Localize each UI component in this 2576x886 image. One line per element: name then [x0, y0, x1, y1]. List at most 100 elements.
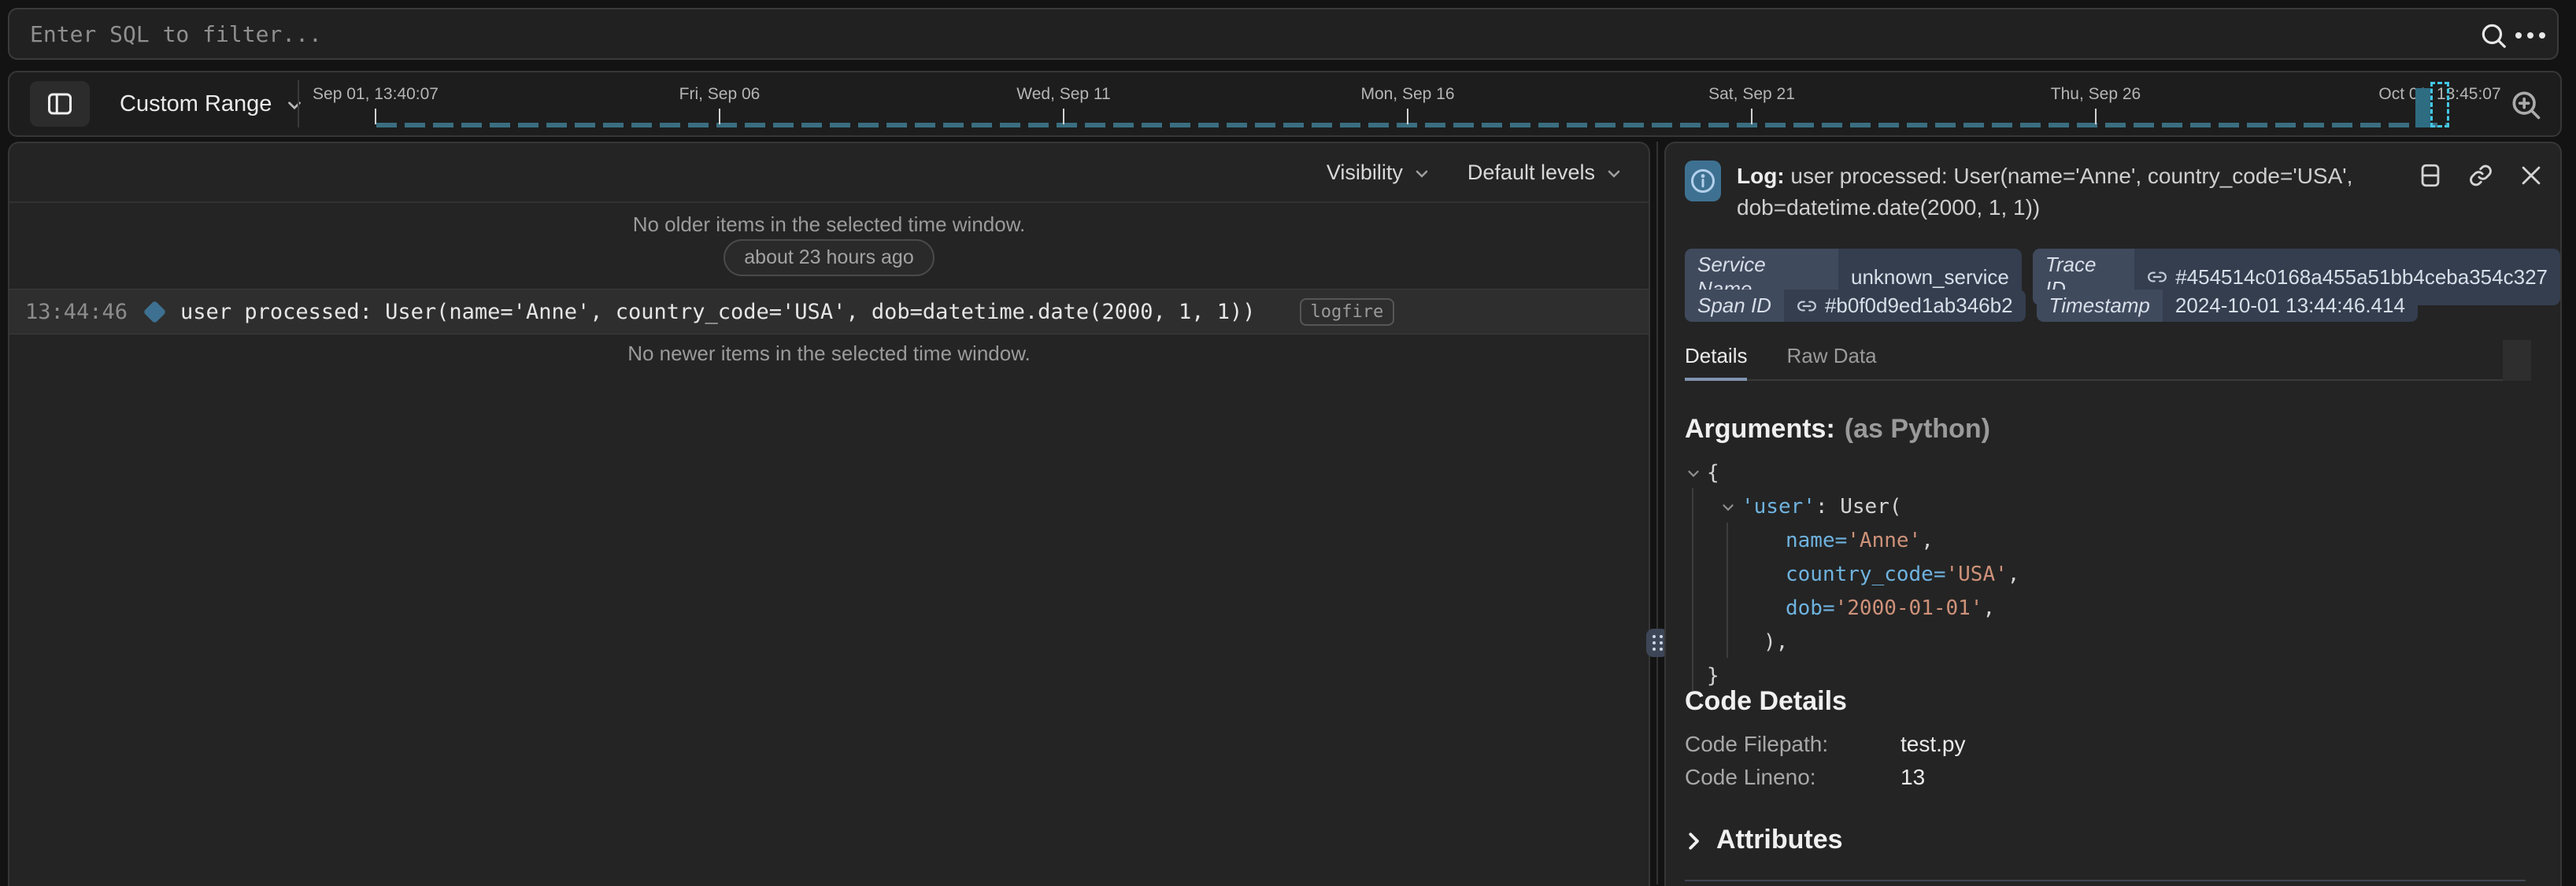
- code-filepath-row: Code Filepath: test.py: [1685, 732, 1965, 757]
- code-token: ),: [1764, 626, 1788, 659]
- sql-filter-input[interactable]: [9, 9, 2557, 58]
- collapse-chevron-icon[interactable]: [1719, 499, 1737, 516]
- code-token: name=: [1786, 524, 1847, 558]
- default-levels-dropdown[interactable]: Default levels: [1468, 161, 1623, 185]
- time-range-bar: Custom Range Sep 01, 13:40:07 Fri, Sep 0…: [8, 71, 2562, 137]
- log-time: 13:44:46: [25, 300, 128, 324]
- relative-time-badge[interactable]: about 23 hours ago: [724, 239, 934, 276]
- code-token: 'USA': [1946, 558, 2008, 592]
- magnifier-plus-icon: [2508, 87, 2543, 122]
- timeline-tick: [2095, 109, 2097, 124]
- log-message: user processed: User(name='Anne', countr…: [180, 300, 1255, 324]
- timeline-label: Sep 01, 13:40:07: [313, 85, 439, 104]
- timeline-label: Fri, Sep 06: [679, 85, 761, 104]
- timeline-selection-region[interactable]: [2430, 82, 2449, 127]
- section-divider: [1685, 880, 2526, 881]
- code-token: User(: [1840, 490, 1901, 524]
- tab-details[interactable]: Details: [1685, 344, 1747, 379]
- timeline-tick: [1063, 109, 1064, 124]
- zoom-in-button[interactable]: [2500, 79, 2551, 130]
- timeline-label: Thu, Sep 26: [2051, 85, 2141, 104]
- visibility-label: Visibility: [1327, 161, 1403, 185]
- sidebar-toggle-button[interactable]: [30, 81, 90, 127]
- span-id-label: Span ID: [1685, 290, 1784, 322]
- chevron-right-icon: [1682, 829, 1705, 853]
- tab-raw-data[interactable]: Raw Data: [1786, 344, 1876, 379]
- search-icon[interactable]: [2478, 20, 2508, 50]
- timeline-histogram-bar[interactable]: [2415, 88, 2430, 127]
- timeline-tick: [375, 109, 376, 124]
- link-icon: [2147, 267, 2167, 287]
- no-older-items-message: No older items in the selected time wind…: [9, 212, 1649, 237]
- timeline-label: Sat, Sep 21: [1708, 85, 1795, 104]
- chevron-down-icon: [284, 95, 305, 116]
- attributes-heading-text: Attributes: [1716, 825, 1843, 855]
- panel-splitter[interactable]: [1656, 142, 1658, 884]
- close-icon[interactable]: [2518, 162, 2545, 189]
- attributes-section-toggle[interactable]: Attributes: [1682, 825, 1843, 855]
- code-line: country_code='USA',: [1685, 558, 2019, 592]
- panel-left-icon: [45, 90, 75, 118]
- code-filepath-value: test.py: [1901, 732, 1965, 757]
- indent-guide: [1727, 522, 1728, 658]
- code-token: :: [1815, 490, 1840, 524]
- span-id-badge[interactable]: Span ID #b0f0d9ed1ab346b2: [1685, 290, 2026, 322]
- collapse-chevron-icon[interactable]: [1685, 465, 1702, 482]
- code-line: ),: [1685, 626, 2019, 659]
- log-level-diamond-icon: [143, 300, 167, 323]
- timestamp-value: 2024-10-01 13:44:46.414: [2163, 290, 2418, 322]
- detail-title: Log: user processed: User(name='Anne', c…: [1737, 161, 2417, 223]
- copy-link-icon[interactable]: [2467, 162, 2494, 189]
- log-tag-badge: logfire: [1300, 298, 1395, 326]
- log-detail-panel: Log: user processed: User(name='Anne', c…: [1664, 142, 2562, 886]
- time-range-label: Custom Range: [120, 91, 272, 117]
- code-lineno-label: Code Lineno:: [1685, 765, 1901, 790]
- code-lineno-value: 13: [1901, 765, 1925, 790]
- code-token: '2000-01-01': [1835, 592, 1983, 626]
- chevron-down-icon: [1412, 164, 1431, 183]
- arguments-code-tree: { 'user': User( name='Anne', country_cod…: [1685, 456, 2019, 693]
- detail-title-text: user processed: User(name='Anne', countr…: [1737, 164, 2352, 220]
- timeline-dashed-track[interactable]: [376, 123, 2448, 127]
- visibility-dropdown[interactable]: Visibility: [1327, 161, 1431, 185]
- timestamp-badge[interactable]: Timestamp 2024-10-01 13:44:46.414: [2037, 290, 2418, 322]
- sql-filter-bar: [8, 8, 2559, 60]
- code-lineno-row: Code Lineno: 13: [1685, 765, 1925, 790]
- code-line: dob='2000-01-01',: [1685, 592, 2019, 626]
- timestamp-label: Timestamp: [2037, 290, 2163, 322]
- list-controls-row: Visibility Default levels: [9, 143, 1649, 203]
- trace-id-value: #454514c0168a455a51bb4ceba354c327: [2175, 265, 2548, 290]
- span-id-value: #b0f0d9ed1ab346b2: [1825, 293, 2013, 318]
- chevron-down-icon: [1604, 164, 1623, 183]
- no-newer-items-message: No newer items in the selected time wind…: [9, 341, 1649, 366]
- scrollbar-thumb[interactable]: [2503, 340, 2531, 381]
- arguments-heading-text: Arguments:: [1685, 414, 1835, 444]
- info-level-icon: [1685, 161, 1721, 201]
- code-details-heading: Code Details: [1685, 686, 1847, 717]
- timeline-tick: [1407, 109, 1408, 124]
- code-line: {: [1685, 456, 2019, 490]
- indent-guide: [1692, 488, 1693, 691]
- code-line: 'user': User(: [1685, 490, 2019, 524]
- timeline-tick: [1751, 109, 1752, 124]
- timebar-divider: [298, 80, 299, 127]
- detail-header: Log: user processed: User(name='Anne', c…: [1685, 161, 2417, 223]
- arguments-heading: Arguments: (as Python): [1685, 414, 1990, 445]
- code-token: ,: [2008, 558, 2020, 592]
- code-token: {: [1707, 456, 1719, 490]
- arguments-subheading: (as Python): [1845, 414, 1990, 444]
- timeline-tick: [719, 109, 720, 124]
- code-token: 'user': [1741, 490, 1815, 524]
- timeline-label: Wed, Sep 11: [1016, 85, 1110, 104]
- detail-kind: Log:: [1737, 164, 1785, 188]
- link-icon: [1797, 296, 1817, 316]
- code-token: ,: [1921, 524, 1934, 558]
- detail-tabs: Details Raw Data: [1685, 340, 2526, 381]
- log-list-panel: Visibility Default levels No older items…: [8, 142, 1650, 886]
- code-token: dob=: [1786, 592, 1835, 626]
- more-options-icon[interactable]: [2513, 25, 2548, 46]
- log-row[interactable]: 13:44:46 user processed: User(name='Anne…: [9, 289, 1649, 334]
- time-range-dropdown[interactable]: Custom Range: [120, 72, 305, 135]
- dock-panel-icon[interactable]: [2417, 162, 2444, 189]
- code-token: ,: [1982, 592, 1995, 626]
